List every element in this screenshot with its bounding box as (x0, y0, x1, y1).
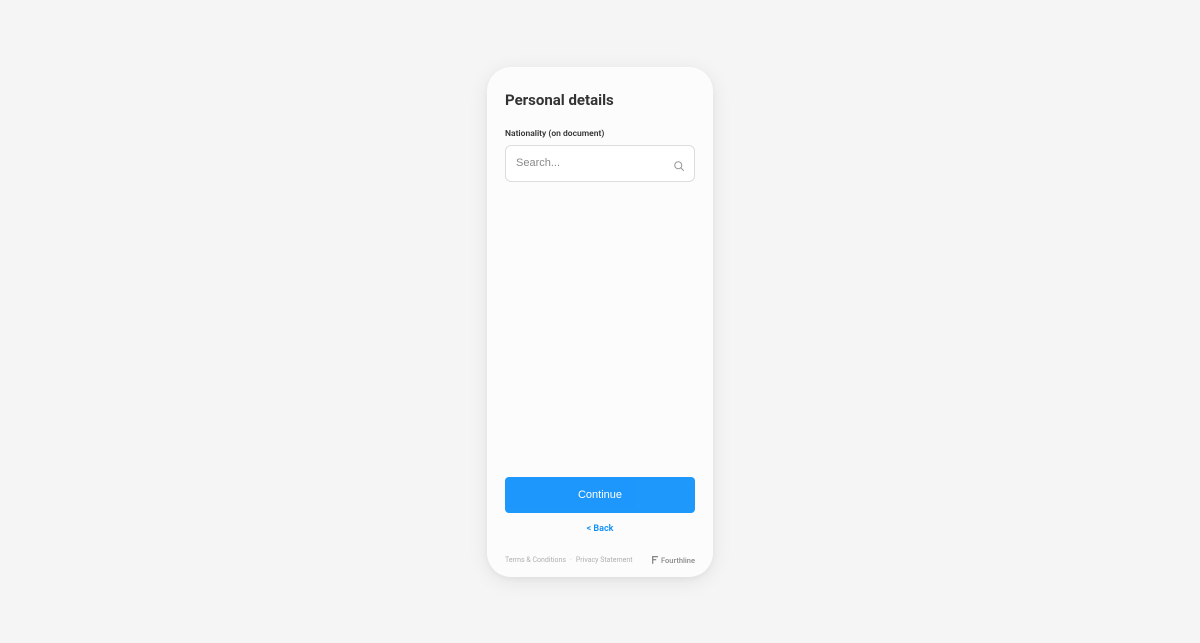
continue-button[interactable]: Continue (505, 477, 695, 513)
brand-icon (652, 556, 658, 564)
search-wrapper (505, 145, 695, 182)
brand-name: Fourthline (661, 556, 695, 565)
content-area: Personal details Nationality (on documen… (505, 91, 695, 477)
footer-separator: · (570, 556, 572, 564)
terms-link[interactable]: Terms & Conditions (505, 556, 566, 564)
phone-frame: Personal details Nationality (on documen… (487, 67, 713, 577)
privacy-link[interactable]: Privacy Statement (576, 556, 633, 564)
brand: Fourthline (652, 556, 695, 565)
footer: Terms & Conditions · Privacy Statement F… (505, 556, 695, 565)
nationality-label: Nationality (on document) (505, 129, 695, 139)
footer-links: Terms & Conditions · Privacy Statement (505, 556, 633, 564)
bottom-section: Continue < Back Terms & Conditions · Pri… (505, 477, 695, 565)
back-link[interactable]: < Back (587, 524, 614, 534)
nationality-search-input[interactable] (505, 145, 695, 182)
page-title: Personal details (505, 91, 695, 109)
